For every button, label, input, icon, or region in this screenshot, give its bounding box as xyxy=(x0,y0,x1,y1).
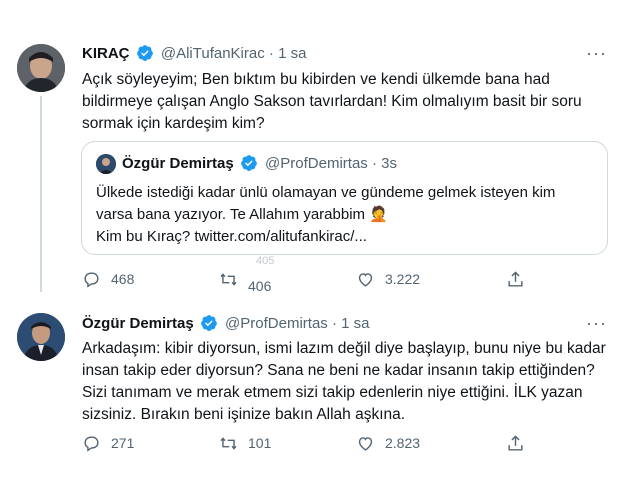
quote-text: Ülkede istediği kadar ünlü olamayan ve g… xyxy=(96,184,556,245)
tweet-text: Arkadaşım: kibir diyorsun, ismi lazım de… xyxy=(82,340,606,423)
quote-header: Özgür Demirtaş @ProfDemirtas · 3s xyxy=(122,154,397,174)
action-bar: 271 101 2.823 xyxy=(82,433,602,453)
separator-dot: · xyxy=(371,155,377,172)
reply-icon xyxy=(84,435,99,452)
like-button[interactable]: 2.823 xyxy=(356,433,420,453)
quote-timestamp[interactable]: 3s xyxy=(381,155,397,172)
tweet-header: Özgür Demirtaş @ProfDemirtas · 1 sa xyxy=(82,314,370,334)
verified-badge-icon xyxy=(240,155,257,171)
like-count: 3.222 xyxy=(385,271,421,287)
retweet-icon xyxy=(220,436,237,450)
like-count: 2.823 xyxy=(385,435,421,451)
reply-count: 271 xyxy=(111,435,135,451)
separator-dot: · xyxy=(268,45,274,62)
reply-button[interactable]: 271 xyxy=(82,433,134,453)
display-name[interactable]: Özgür Demirtaş xyxy=(82,315,194,332)
handle[interactable]: @ProfDemirtas xyxy=(225,315,328,332)
retweet-button[interactable]: 406 xyxy=(219,269,271,294)
verified-badge-icon xyxy=(136,45,153,61)
thread-line xyxy=(40,96,42,292)
quote-display-name[interactable]: Özgür Demirtaş xyxy=(122,155,234,172)
display-name[interactable]: KIRAÇ xyxy=(82,45,130,62)
reply-icon xyxy=(84,271,99,288)
share-button[interactable] xyxy=(506,269,535,289)
quote-avatar xyxy=(96,154,116,174)
like-button[interactable]: 3.222 xyxy=(356,269,420,289)
more-options-icon[interactable]: ··· xyxy=(586,314,606,336)
heart-icon xyxy=(358,272,373,287)
action-bar: 468 406 405 3.222 xyxy=(82,255,602,294)
tweet-text: Açık söyleyeyim; Ben bıktım bu kibirden … xyxy=(82,71,582,132)
retweet-icon xyxy=(220,272,237,286)
quoted-tweet[interactable]: Özgür Demirtaş @ProfDemirtas · 3s Ülkede… xyxy=(81,141,608,255)
avatar[interactable] xyxy=(17,44,65,92)
timestamp[interactable]: 1 sa xyxy=(278,45,306,62)
retweet-button[interactable]: 101 xyxy=(219,433,271,453)
reply-count: 468 xyxy=(111,271,135,287)
tweet-header: KIRAÇ @AliTufanKirac · 1 sa xyxy=(82,44,306,64)
share-button[interactable] xyxy=(506,433,535,453)
handle[interactable]: @AliTufanKirac xyxy=(161,45,265,62)
retweet-count: 101 xyxy=(248,435,272,451)
avatar[interactable] xyxy=(17,313,65,361)
retweet-count-ghost: 405 xyxy=(256,255,275,267)
share-icon xyxy=(508,270,523,287)
more-options-icon[interactable]: ··· xyxy=(586,44,606,66)
reply-button[interactable]: 468 xyxy=(82,269,134,289)
heart-icon xyxy=(358,436,373,451)
quote-handle[interactable]: @ProfDemirtas xyxy=(265,155,368,172)
retweet-count: 406 xyxy=(248,278,272,294)
share-icon xyxy=(508,434,523,451)
timestamp[interactable]: 1 sa xyxy=(341,315,369,332)
separator-dot: · xyxy=(331,315,337,332)
verified-badge-icon xyxy=(200,315,217,331)
